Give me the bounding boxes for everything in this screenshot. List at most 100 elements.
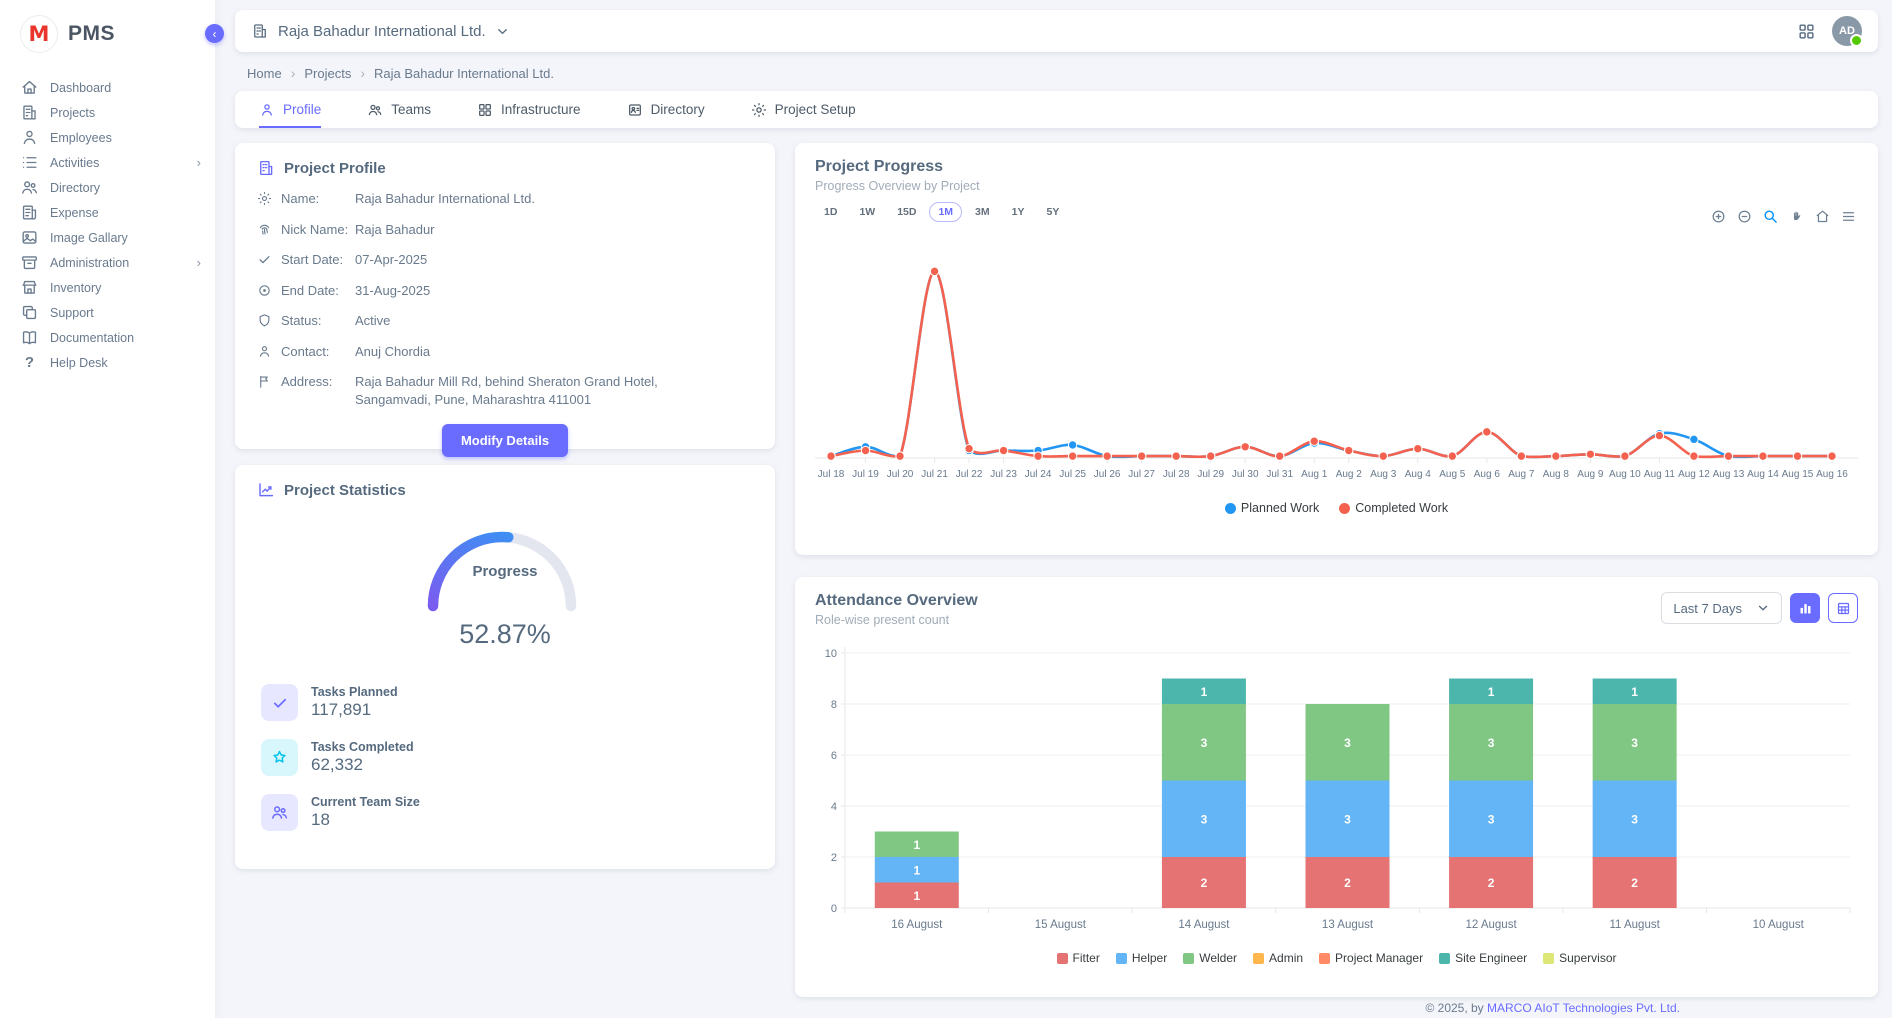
svg-text:Aug 10: Aug 10 (1609, 469, 1641, 480)
legend-swatch (1439, 953, 1450, 964)
svg-text:Jul 22: Jul 22 (956, 469, 983, 480)
breadcrumb-home[interactable]: Home (247, 66, 282, 81)
copyright-footer: © 2025, by MARCO AIoT Technologies Pvt. … (1425, 1001, 1680, 1015)
range-15d-button[interactable]: 15D (888, 202, 925, 222)
building-icon (20, 103, 39, 122)
user-icon (259, 102, 275, 118)
svg-text:15 August: 15 August (1035, 919, 1087, 931)
breadcrumb-projects[interactable]: Projects (304, 66, 351, 81)
sidebar-item-activities[interactable]: Activities › (0, 150, 215, 175)
progress-card-subtitle: Progress Overview by Project (815, 179, 1858, 193)
sidebar-item-documentation[interactable]: Documentation (0, 325, 215, 350)
tab-directory[interactable]: Directory (627, 91, 705, 128)
selection-zoom-icon[interactable] (1763, 209, 1778, 224)
sidebar-item-dashboard[interactable]: Dashboard (0, 75, 215, 100)
svg-text:Aug 1: Aug 1 (1301, 469, 1328, 480)
legend-item[interactable]: Site Engineer (1439, 951, 1527, 965)
progress-line-chart[interactable]: Jul 18Jul 19Jul 20Jul 21Jul 22Jul 23Jul … (815, 248, 1858, 500)
svg-text:3: 3 (1201, 736, 1208, 750)
svg-text:Jul 31: Jul 31 (1266, 469, 1293, 480)
legend-item[interactable]: Project Manager (1319, 951, 1423, 965)
svg-text:0: 0 (831, 903, 837, 915)
sidebar-item-inventory[interactable]: Inventory (0, 275, 215, 300)
legend-swatch (1319, 953, 1330, 964)
sidebar-item-employees[interactable]: Employees (0, 125, 215, 150)
profile-field-name: Name: Raja Bahadur International Ltd. (257, 190, 753, 208)
svg-text:3: 3 (1631, 812, 1638, 826)
sidebar-item-support[interactable]: Support (0, 300, 215, 325)
svg-text:Aug 8: Aug 8 (1543, 469, 1570, 480)
svg-text:1: 1 (913, 838, 920, 852)
svg-text:8: 8 (831, 699, 837, 711)
chevron-right-icon: › (197, 156, 201, 169)
range-1y-button[interactable]: 1Y (1003, 202, 1034, 222)
svg-text:Aug 3: Aug 3 (1370, 469, 1397, 480)
pan-icon[interactable] (1789, 209, 1804, 224)
sidebar-item-expense[interactable]: Expense (0, 200, 215, 225)
users-icon (270, 803, 289, 822)
svg-text:Jul 19: Jul 19 (852, 469, 879, 480)
legend-item[interactable]: Fitter (1057, 951, 1100, 965)
legend-item[interactable]: Planned Work (1225, 501, 1319, 515)
main-content: ‹ Raja Bahadur International Ltd. AD Hom… (215, 0, 1892, 1018)
stat-tasks-completed: Tasks Completed 62,332 (261, 739, 753, 776)
tab-teams[interactable]: Teams (367, 91, 431, 128)
shield-icon (257, 313, 272, 328)
stat-tasks-planned: Tasks Planned 117,891 (261, 684, 753, 721)
range-5y-button[interactable]: 5Y (1037, 202, 1068, 222)
home-icon (20, 78, 39, 97)
svg-text:3: 3 (1344, 736, 1351, 750)
legend-item[interactable]: Completed Work (1339, 501, 1448, 515)
svg-text:Jul 23: Jul 23 (990, 469, 1017, 480)
profile-field-nickname: Nick Name: Raja Bahadur (257, 221, 753, 239)
tab-infrastructure[interactable]: Infrastructure (477, 91, 581, 128)
modify-details-button[interactable]: Modify Details (442, 424, 568, 457)
date-range-select[interactable]: Last 7 Days (1661, 592, 1782, 624)
svg-text:2: 2 (1631, 876, 1638, 890)
tab-project-setup[interactable]: Project Setup (751, 91, 856, 128)
svg-text:3: 3 (1344, 812, 1351, 826)
legend-item[interactable]: Admin (1253, 951, 1303, 965)
legend-label: Supervisor (1559, 951, 1616, 965)
gauge-value: 52.87% (415, 619, 595, 650)
building-badge-icon (257, 159, 275, 177)
sidebar-item-image-gallery[interactable]: Image Gallary (0, 225, 215, 250)
range-1d-button[interactable]: 1D (815, 202, 846, 222)
range-3m-button[interactable]: 3M (966, 202, 999, 222)
sidebar-collapse-button[interactable]: ‹ (205, 24, 224, 43)
user-avatar[interactable]: AD (1832, 16, 1862, 46)
zoom-in-icon[interactable] (1711, 209, 1726, 224)
legend-item[interactable]: Welder (1183, 951, 1237, 965)
legend-label: Completed Work (1355, 501, 1448, 515)
company-link[interactable]: MARCO AIoT Technologies Pvt. Ltd. (1487, 1001, 1680, 1015)
bar-view-button[interactable] (1790, 593, 1820, 623)
sidebar-item-directory[interactable]: Directory (0, 175, 215, 200)
sidebar-item-administration[interactable]: Administration › (0, 250, 215, 275)
user-icon (20, 128, 39, 147)
reset-home-icon[interactable] (1815, 209, 1830, 224)
legend-item[interactable]: Supervisor (1543, 951, 1616, 965)
apps-grid-button[interactable] (1797, 22, 1816, 41)
breadcrumb-current: Raja Bahadur International Ltd. (374, 66, 554, 81)
table-view-button[interactable] (1828, 593, 1858, 623)
company-selector[interactable]: Raja Bahadur International Ltd. (251, 22, 510, 40)
svg-text:Jul 28: Jul 28 (1163, 469, 1190, 480)
svg-text:Jul 29: Jul 29 (1197, 469, 1224, 480)
app-logo[interactable]: PMSM PMS (0, 0, 215, 69)
attendance-card-title: Attendance Overview (815, 592, 978, 610)
profile-card-title: Project Profile (284, 160, 386, 177)
menu-icon[interactable] (1841, 209, 1856, 224)
legend-item[interactable]: Helper (1116, 951, 1167, 965)
range-1m-button[interactable]: 1M (929, 202, 962, 222)
legend-swatch (1183, 953, 1194, 964)
grid-icon (477, 102, 493, 118)
gear-icon (751, 102, 767, 118)
zoom-out-icon[interactable] (1737, 209, 1752, 224)
range-1w-button[interactable]: 1W (850, 202, 884, 222)
legend-label: Project Manager (1335, 951, 1423, 965)
sidebar-item-help-desk[interactable]: ? Help Desk (0, 350, 215, 375)
chart-line-icon (257, 481, 275, 499)
sidebar-item-projects[interactable]: Projects (0, 100, 215, 125)
attendance-bar-chart[interactable]: 024681016 August11115 August14 August233… (815, 635, 1858, 947)
tab-profile[interactable]: Profile (259, 91, 321, 128)
